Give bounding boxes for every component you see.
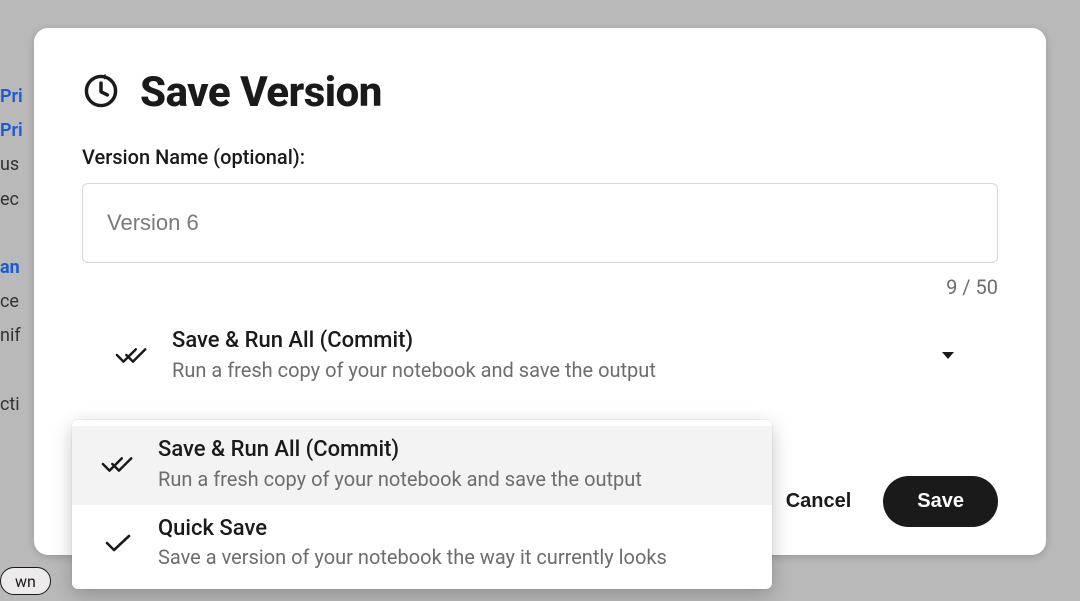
option-subtitle: Save a version of your notebook the way … (158, 544, 750, 571)
background-partial-text: Pri Pri us ec an ce nif cti (0, 0, 34, 422)
selected-option-title: Save & Run All (Commit) (172, 327, 912, 356)
check-icon (100, 532, 136, 554)
selected-option-subtitle: Run a fresh copy of your notebook and sa… (172, 357, 912, 384)
modal-title: Save Version (140, 68, 382, 117)
double-check-icon (114, 344, 150, 366)
char-count: 9 / 50 (82, 275, 998, 299)
cancel-button[interactable]: Cancel (782, 484, 856, 519)
double-check-icon (100, 453, 136, 475)
modal-header: Save Version (82, 68, 998, 117)
save-mode-selected-text: Save & Run All (Commit) Run a fresh copy… (172, 327, 912, 384)
history-icon (82, 72, 120, 114)
option-save-run-all[interactable]: Save & Run All (Commit) Run a fresh copy… (72, 426, 772, 505)
option-subtitle: Run a fresh copy of your notebook and sa… (158, 466, 750, 493)
save-button[interactable]: Save (883, 476, 998, 527)
option-title: Quick Save (158, 515, 750, 544)
chevron-down-icon (942, 352, 954, 359)
version-name-input[interactable] (82, 183, 998, 263)
background-pill: wn (0, 567, 51, 595)
save-mode-select[interactable]: Save & Run All (Commit) Run a fresh copy… (82, 321, 998, 390)
save-mode-dropdown: Save & Run All (Commit) Run a fresh copy… (72, 420, 772, 589)
option-quick-save[interactable]: Quick Save Save a version of your notebo… (72, 505, 772, 584)
option-title: Save & Run All (Commit) (158, 436, 750, 465)
modal-actions: Cancel Save (782, 476, 998, 527)
version-name-label: Version Name (optional): (82, 145, 998, 169)
